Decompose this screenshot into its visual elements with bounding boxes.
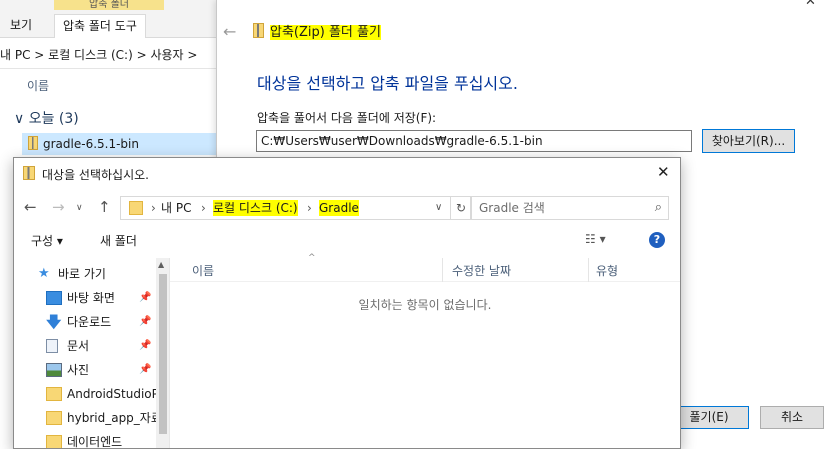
extract-button[interactable]: 풀기(E) xyxy=(669,406,749,429)
picker-title: 대상을 선택하십시오. xyxy=(42,168,149,182)
sidebar-item-label: 데이터엔드 xyxy=(67,435,123,448)
scroll-up-icon[interactable]: ▲ xyxy=(158,260,164,269)
sidebar-item-label: hybrid_app_자료 xyxy=(67,411,156,425)
group-label: 오늘 (3) xyxy=(28,111,79,127)
download-icon: 🡇 xyxy=(46,313,62,331)
search-input[interactable]: Gradle 검색 ⌕ xyxy=(470,196,669,220)
chevron-down-icon: ∨ xyxy=(14,111,29,127)
help-icon[interactable]: ? xyxy=(649,232,665,248)
back-arrow-icon[interactable]: ← xyxy=(223,22,236,41)
breadcrumb-this-pc[interactable]: 내 PC xyxy=(161,200,191,216)
view-options-icon[interactable]: ☷ ▾ xyxy=(585,232,606,246)
sidebar-item-desktop[interactable]: 바탕 화면 📌 xyxy=(14,286,156,310)
sidebar-item-folder[interactable]: 데이터엔드 xyxy=(14,430,156,448)
new-folder-button[interactable]: 새 폴더 xyxy=(100,232,137,249)
document-icon xyxy=(46,339,58,353)
column-headers: ^ 이름 수정한 날짜 유형 xyxy=(170,253,680,282)
folder-icon xyxy=(46,411,62,425)
star-icon: ★ xyxy=(38,266,50,281)
breadcrumb-separator: › xyxy=(151,201,156,215)
sidebar-item-documents[interactable]: 문서 📌 xyxy=(14,334,156,358)
column-header-type[interactable]: 유형 xyxy=(596,262,618,279)
column-divider[interactable] xyxy=(588,258,589,282)
back-arrow-icon[interactable]: ← xyxy=(24,198,37,216)
wizard-heading: 대상을 선택하고 압축 파일을 푸십시오. xyxy=(257,74,518,93)
breadcrumb-separator: › xyxy=(201,201,206,215)
browse-button[interactable]: 찾아보기(R)... xyxy=(702,129,795,153)
column-divider[interactable] xyxy=(442,258,443,282)
command-toolbar: 구성 ▾ 새 폴더 ☷ ▾ ? xyxy=(14,226,680,254)
file-list-pane: ^ 이름 수정한 날짜 유형 일치하는 항목이 없습니다. xyxy=(170,253,680,448)
breadcrumb-gradle[interactable]: Gradle xyxy=(319,200,359,216)
wizard-title-text: 압축(Zip) 폴더 풀기 xyxy=(270,25,381,40)
search-placeholder: Gradle 검색 xyxy=(479,201,545,215)
file-name: gradle-6.5.1-bin xyxy=(43,137,139,151)
picker-titlebar: 대상을 선택하십시오. ✕ xyxy=(14,158,680,188)
destination-label: 압축을 풀어서 다음 폴더에 저장(F): xyxy=(257,111,437,125)
sidebar-item-label: 바로 가기 xyxy=(58,267,106,281)
sidebar-item-label: 사진 xyxy=(67,363,90,377)
sidebar-item-folder[interactable]: hybrid_app_자료 xyxy=(14,406,156,430)
desktop-icon xyxy=(46,291,62,305)
context-tab-header: 압축 폴더 xyxy=(54,0,164,10)
scrollbar-thumb[interactable] xyxy=(159,274,167,434)
picture-icon xyxy=(46,363,62,377)
ribbon: 압축 폴더 보기 압축 폴더 도구 xyxy=(0,0,222,38)
zip-folder-icon xyxy=(28,136,38,150)
breadcrumb-local-disk[interactable]: 로컬 디스크 (C:) xyxy=(213,200,298,216)
sidebar-item-label: 문서 xyxy=(67,339,90,353)
close-icon[interactable]: ✕ xyxy=(657,163,670,181)
organize-button[interactable]: 구성 ▾ xyxy=(31,232,63,249)
cancel-button[interactable]: 취소 xyxy=(760,406,824,429)
sidebar-item-quick-access[interactable]: ★ 바로 가기 xyxy=(14,262,156,286)
tab-view[interactable]: 보기 xyxy=(2,14,40,38)
pin-icon[interactable]: 📌 xyxy=(139,286,151,310)
group-header[interactable]: ∨ 오늘 (3) xyxy=(14,108,79,128)
pin-icon[interactable]: 📌 xyxy=(139,358,151,382)
navigation-pane: ★ 바로 가기 바탕 화면 📌 🡇 다운로드 📌 문서 📌 사진 📌 Andro… xyxy=(14,258,170,448)
sort-ascending-icon: ^ xyxy=(308,253,316,263)
empty-folder-message: 일치하는 항목이 없습니다. xyxy=(358,298,492,312)
chevron-down-icon[interactable]: ∨ xyxy=(435,200,442,216)
close-icon[interactable]: ✕ xyxy=(805,0,816,9)
tab-compressed-folder-tools[interactable]: 압축 폴더 도구 xyxy=(54,14,146,38)
column-header-date-modified[interactable]: 수정한 날짜 xyxy=(452,262,511,279)
refresh-icon[interactable]: ↻ xyxy=(450,196,472,220)
sidebar-item-label: 바탕 화면 xyxy=(67,291,115,305)
column-header-name[interactable]: 이름 xyxy=(0,75,222,97)
sidebar-item-folder[interactable]: AndroidStudioP xyxy=(14,382,156,406)
pin-icon[interactable]: 📌 xyxy=(139,310,151,334)
folder-icon xyxy=(46,387,62,401)
sidebar-item-downloads[interactable]: 🡇 다운로드 📌 xyxy=(14,310,156,334)
file-item[interactable]: gradle-6.5.1-bin xyxy=(22,133,222,155)
search-icon[interactable]: ⌕ xyxy=(655,197,662,219)
address-bar[interactable]: › 내 PC › 로컬 디스크 (C:) › Gradle ∨ xyxy=(120,196,451,220)
up-arrow-icon[interactable]: ↑ xyxy=(98,198,111,216)
destination-path-input[interactable]: C:₩Users₩user₩Downloads₩gradle-6.5.1-bin xyxy=(256,130,692,152)
sidebar-item-pictures[interactable]: 사진 📌 xyxy=(14,358,156,382)
forward-arrow-icon[interactable]: → xyxy=(52,198,65,216)
folder-icon xyxy=(129,201,143,215)
folder-picker-dialog: 대상을 선택하십시오. ✕ ← → ∨ ↑ › 내 PC › 로컬 디스크 (C… xyxy=(13,157,681,449)
zip-folder-icon xyxy=(253,23,264,38)
folder-icon xyxy=(46,435,62,448)
navigation-scrollbar[interactable]: ▲ xyxy=(156,258,169,448)
address-bar[interactable]: 내 PC > 로컬 디스크 (C:) > 사용자 > xyxy=(0,43,222,69)
column-header-name[interactable]: 이름 xyxy=(192,262,214,279)
pin-icon[interactable]: 📌 xyxy=(139,334,151,358)
zip-folder-icon xyxy=(23,166,35,180)
navigation-bar: ← → ∨ ↑ › 내 PC › 로컬 디스크 (C:) › Gradle ∨ … xyxy=(14,194,680,224)
sidebar-item-label: 다운로드 xyxy=(67,315,112,329)
recent-locations-chevron-icon[interactable]: ∨ xyxy=(76,203,83,213)
breadcrumb-separator: › xyxy=(307,201,312,215)
wizard-title: 압축(Zip) 폴더 풀기 xyxy=(253,21,381,40)
sidebar-item-label: AndroidStudioP xyxy=(67,387,156,401)
